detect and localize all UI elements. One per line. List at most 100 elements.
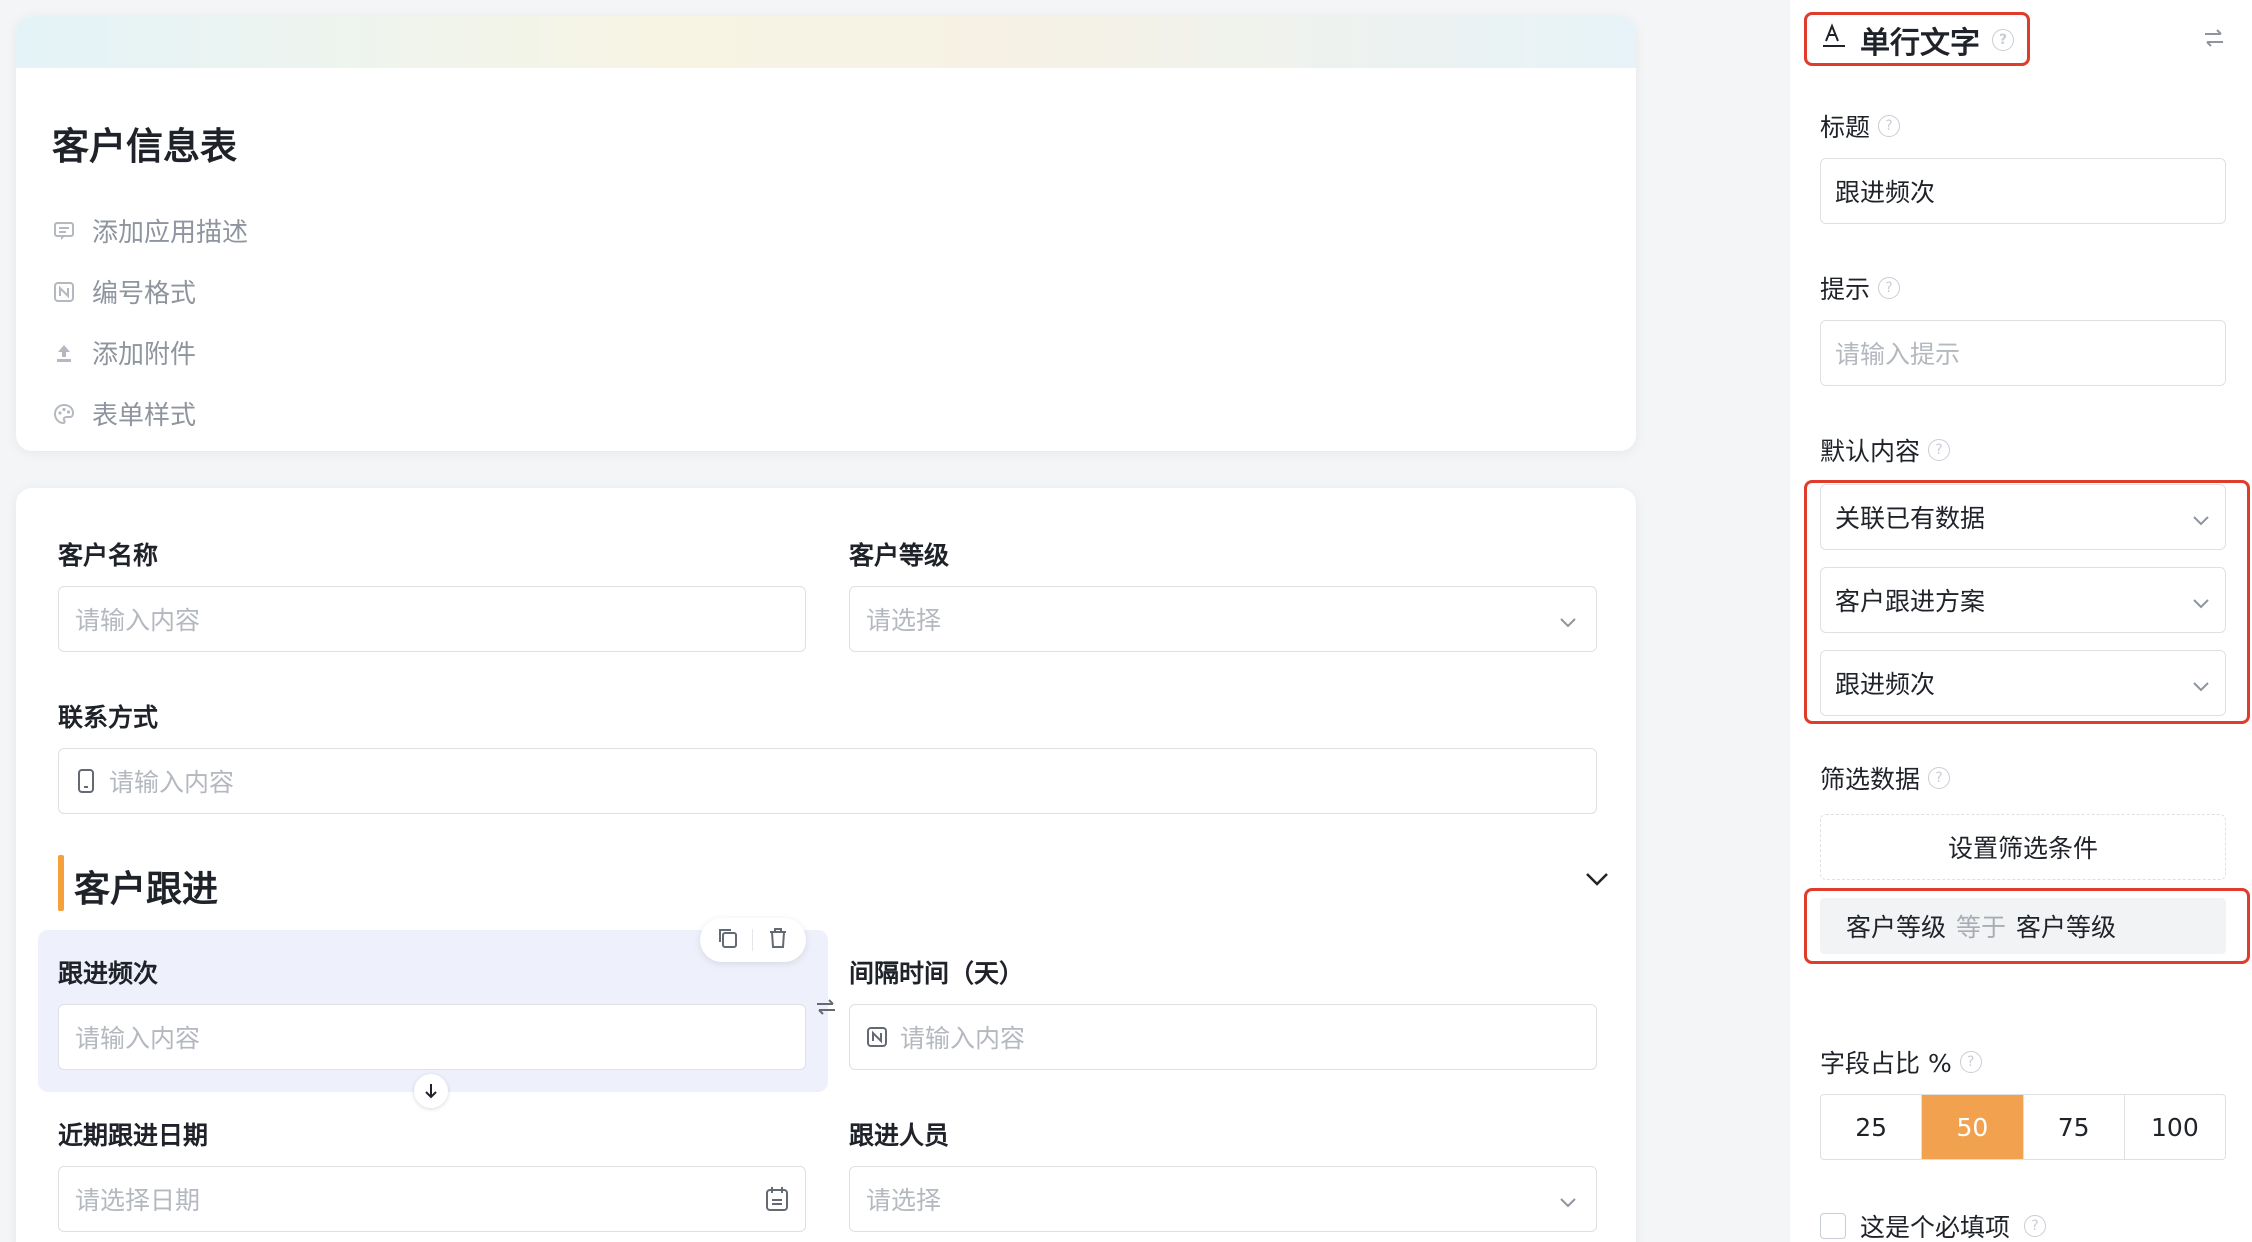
chevron-down-icon bbox=[2191, 673, 2211, 702]
default-mode-select[interactable]: 关联已有数据 bbox=[1820, 484, 2226, 550]
interval-label: 间隔时间（天） bbox=[849, 959, 1025, 988]
help-icon[interactable]: ? bbox=[1992, 29, 2014, 51]
field-type-label: 单行文字 bbox=[1860, 26, 1980, 61]
filter-data-label: 筛选数据 ? bbox=[1820, 760, 1951, 796]
set-filter-button[interactable]: 设置筛选条件 bbox=[1820, 814, 2226, 880]
help-icon[interactable]: ? bbox=[2024, 1215, 2047, 1237]
title-label: 标题 ? bbox=[1820, 108, 1901, 144]
form-style-link[interactable]: 表单样式 bbox=[52, 395, 196, 432]
title-input[interactable]: 跟进频次 bbox=[1820, 158, 2226, 224]
follower-select[interactable]: 请选择 bbox=[849, 1166, 1597, 1232]
copy-icon[interactable] bbox=[716, 926, 740, 954]
required-checkbox[interactable] bbox=[1820, 1213, 1846, 1239]
section-title: 客户跟进 bbox=[74, 869, 219, 910]
condition-value: 客户等级 bbox=[2016, 913, 2117, 942]
title-input-value: 跟进频次 bbox=[1835, 178, 1936, 207]
hint-label-text: 提示 bbox=[1820, 275, 1871, 304]
width-ratio-label: 字段占比 % ? bbox=[1820, 1044, 1982, 1080]
chevron-down-icon bbox=[1558, 609, 1578, 638]
customer-level-select[interactable]: 请选择 bbox=[849, 586, 1597, 652]
form-title[interactable]: 客户信息表 bbox=[52, 116, 237, 170]
width-option-75[interactable]: 75 bbox=[2024, 1095, 2125, 1159]
recent-date-label: 近期跟进日期 bbox=[58, 1121, 209, 1150]
add-attachment-link[interactable]: 添加附件 bbox=[52, 334, 196, 371]
hint-label: 提示 ? bbox=[1820, 270, 1901, 306]
customer-name-label: 客户名称 bbox=[58, 541, 159, 570]
help-icon[interactable]: ? bbox=[1878, 115, 1901, 137]
default-content-label: 默认内容 ? bbox=[1820, 432, 1951, 468]
field-properties-panel: 单行文字 ? 标题 ? 跟进频次 提示 ? 请输入提示 默认内容 ? 关联已有数… bbox=[1790, 0, 2252, 1242]
chevron-down-icon bbox=[2191, 507, 2211, 536]
default-field-value: 跟进频次 bbox=[1835, 670, 1936, 699]
default-source-select[interactable]: 客户跟进方案 bbox=[1820, 567, 2226, 633]
number-format-link[interactable]: 编号格式 bbox=[52, 273, 196, 310]
filter-condition-row[interactable]: 客户等级 等于 客户等级 bbox=[1820, 898, 2226, 954]
width-option-100[interactable]: 100 bbox=[2125, 1095, 2225, 1159]
recent-date-picker[interactable]: 请选择日期 bbox=[58, 1166, 806, 1232]
required-label: 这是个必填项 bbox=[1860, 1213, 2011, 1242]
default-field-select[interactable]: 跟进频次 bbox=[1820, 650, 2226, 716]
phone-icon bbox=[75, 769, 97, 793]
customer-name-input[interactable]: 请输入内容 bbox=[58, 586, 806, 652]
comment-icon bbox=[52, 219, 76, 243]
form-style-label: 表单样式 bbox=[92, 401, 197, 431]
width-ratio-label-text: 字段占比 % bbox=[1820, 1049, 1952, 1078]
add-description-link[interactable]: 添加应用描述 bbox=[52, 212, 248, 249]
section-collapse-icon[interactable] bbox=[1584, 866, 1610, 896]
follow-freq-placeholder: 请输入内容 bbox=[75, 1024, 201, 1053]
toolbar-divider bbox=[752, 929, 754, 951]
help-icon[interactable]: ? bbox=[1928, 767, 1951, 789]
contact-label: 联系方式 bbox=[58, 703, 159, 732]
recent-date-placeholder: 请选择日期 bbox=[75, 1186, 201, 1215]
field-type-header: 单行文字 ? bbox=[1820, 18, 2014, 62]
add-attachment-label: 添加附件 bbox=[92, 340, 197, 370]
width-option-50[interactable]: 50 bbox=[1922, 1095, 2024, 1159]
add-description-label: 添加应用描述 bbox=[92, 218, 249, 248]
contact-input[interactable]: 请输入内容 bbox=[58, 748, 1597, 814]
customer-name-placeholder: 请输入内容 bbox=[75, 606, 201, 635]
help-icon[interactable]: ? bbox=[1959, 1051, 1982, 1073]
customer-level-placeholder: 请选择 bbox=[866, 606, 942, 635]
form-builder: 客户信息表 添加应用描述 编号格式 添加附件 表单样式 客户名称 请输入内容 客… bbox=[0, 0, 2252, 1242]
delete-icon[interactable] bbox=[766, 926, 790, 954]
form-header-card: 客户信息表 添加应用描述 编号格式 添加附件 表单样式 bbox=[16, 16, 1636, 451]
chevron-down-icon bbox=[2191, 590, 2211, 619]
hint-input-placeholder: 请输入提示 bbox=[1835, 340, 1961, 369]
interval-placeholder: 请输入内容 bbox=[900, 1024, 1026, 1053]
customer-level-label: 客户等级 bbox=[849, 541, 950, 570]
follower-placeholder: 请选择 bbox=[866, 1186, 942, 1215]
follower-label: 跟进人员 bbox=[849, 1121, 950, 1150]
swap-icon[interactable] bbox=[814, 992, 838, 1022]
calendar-icon bbox=[765, 1186, 789, 1218]
follow-freq-input[interactable]: 请输入内容 bbox=[58, 1004, 806, 1070]
hint-input[interactable]: 请输入提示 bbox=[1820, 320, 2226, 386]
palette-icon bbox=[52, 402, 76, 426]
condition-field: 客户等级 bbox=[1846, 913, 1947, 942]
set-filter-button-label: 设置筛选条件 bbox=[1947, 834, 2098, 863]
help-icon[interactable]: ? bbox=[1878, 277, 1901, 299]
width-option-25[interactable]: 25 bbox=[1821, 1095, 1923, 1159]
width-ratio-selector: 25 50 75 100 bbox=[1820, 1094, 2226, 1160]
default-mode-value: 关联已有数据 bbox=[1835, 504, 1986, 533]
title-label-text: 标题 bbox=[1820, 113, 1871, 142]
condition-operator: 等于 bbox=[1956, 913, 2007, 942]
follow-freq-label: 跟进频次 bbox=[58, 959, 159, 988]
number-icon bbox=[866, 1026, 888, 1048]
section-accent-bar bbox=[58, 855, 64, 911]
number-format-label: 编号格式 bbox=[92, 279, 197, 309]
interval-input[interactable]: 请输入内容 bbox=[849, 1004, 1597, 1070]
text-field-icon bbox=[1820, 22, 1848, 58]
contact-placeholder: 请输入内容 bbox=[109, 768, 235, 797]
arrow-down-icon[interactable] bbox=[414, 1074, 448, 1108]
filter-data-label-text: 筛选数据 bbox=[1820, 765, 1921, 794]
help-icon[interactable]: ? bbox=[1928, 439, 1951, 461]
upload-icon bbox=[52, 341, 76, 365]
required-option[interactable]: 这是个必填项 ? bbox=[1820, 1208, 2047, 1242]
chevron-down-icon bbox=[1558, 1189, 1578, 1218]
default-content-label-text: 默认内容 bbox=[1820, 437, 1921, 466]
switch-type-icon[interactable] bbox=[2202, 26, 2226, 54]
default-source-value: 客户跟进方案 bbox=[1835, 587, 1986, 616]
header-banner bbox=[16, 16, 1636, 68]
number-format-icon bbox=[52, 280, 76, 304]
field-toolbar bbox=[700, 918, 806, 962]
